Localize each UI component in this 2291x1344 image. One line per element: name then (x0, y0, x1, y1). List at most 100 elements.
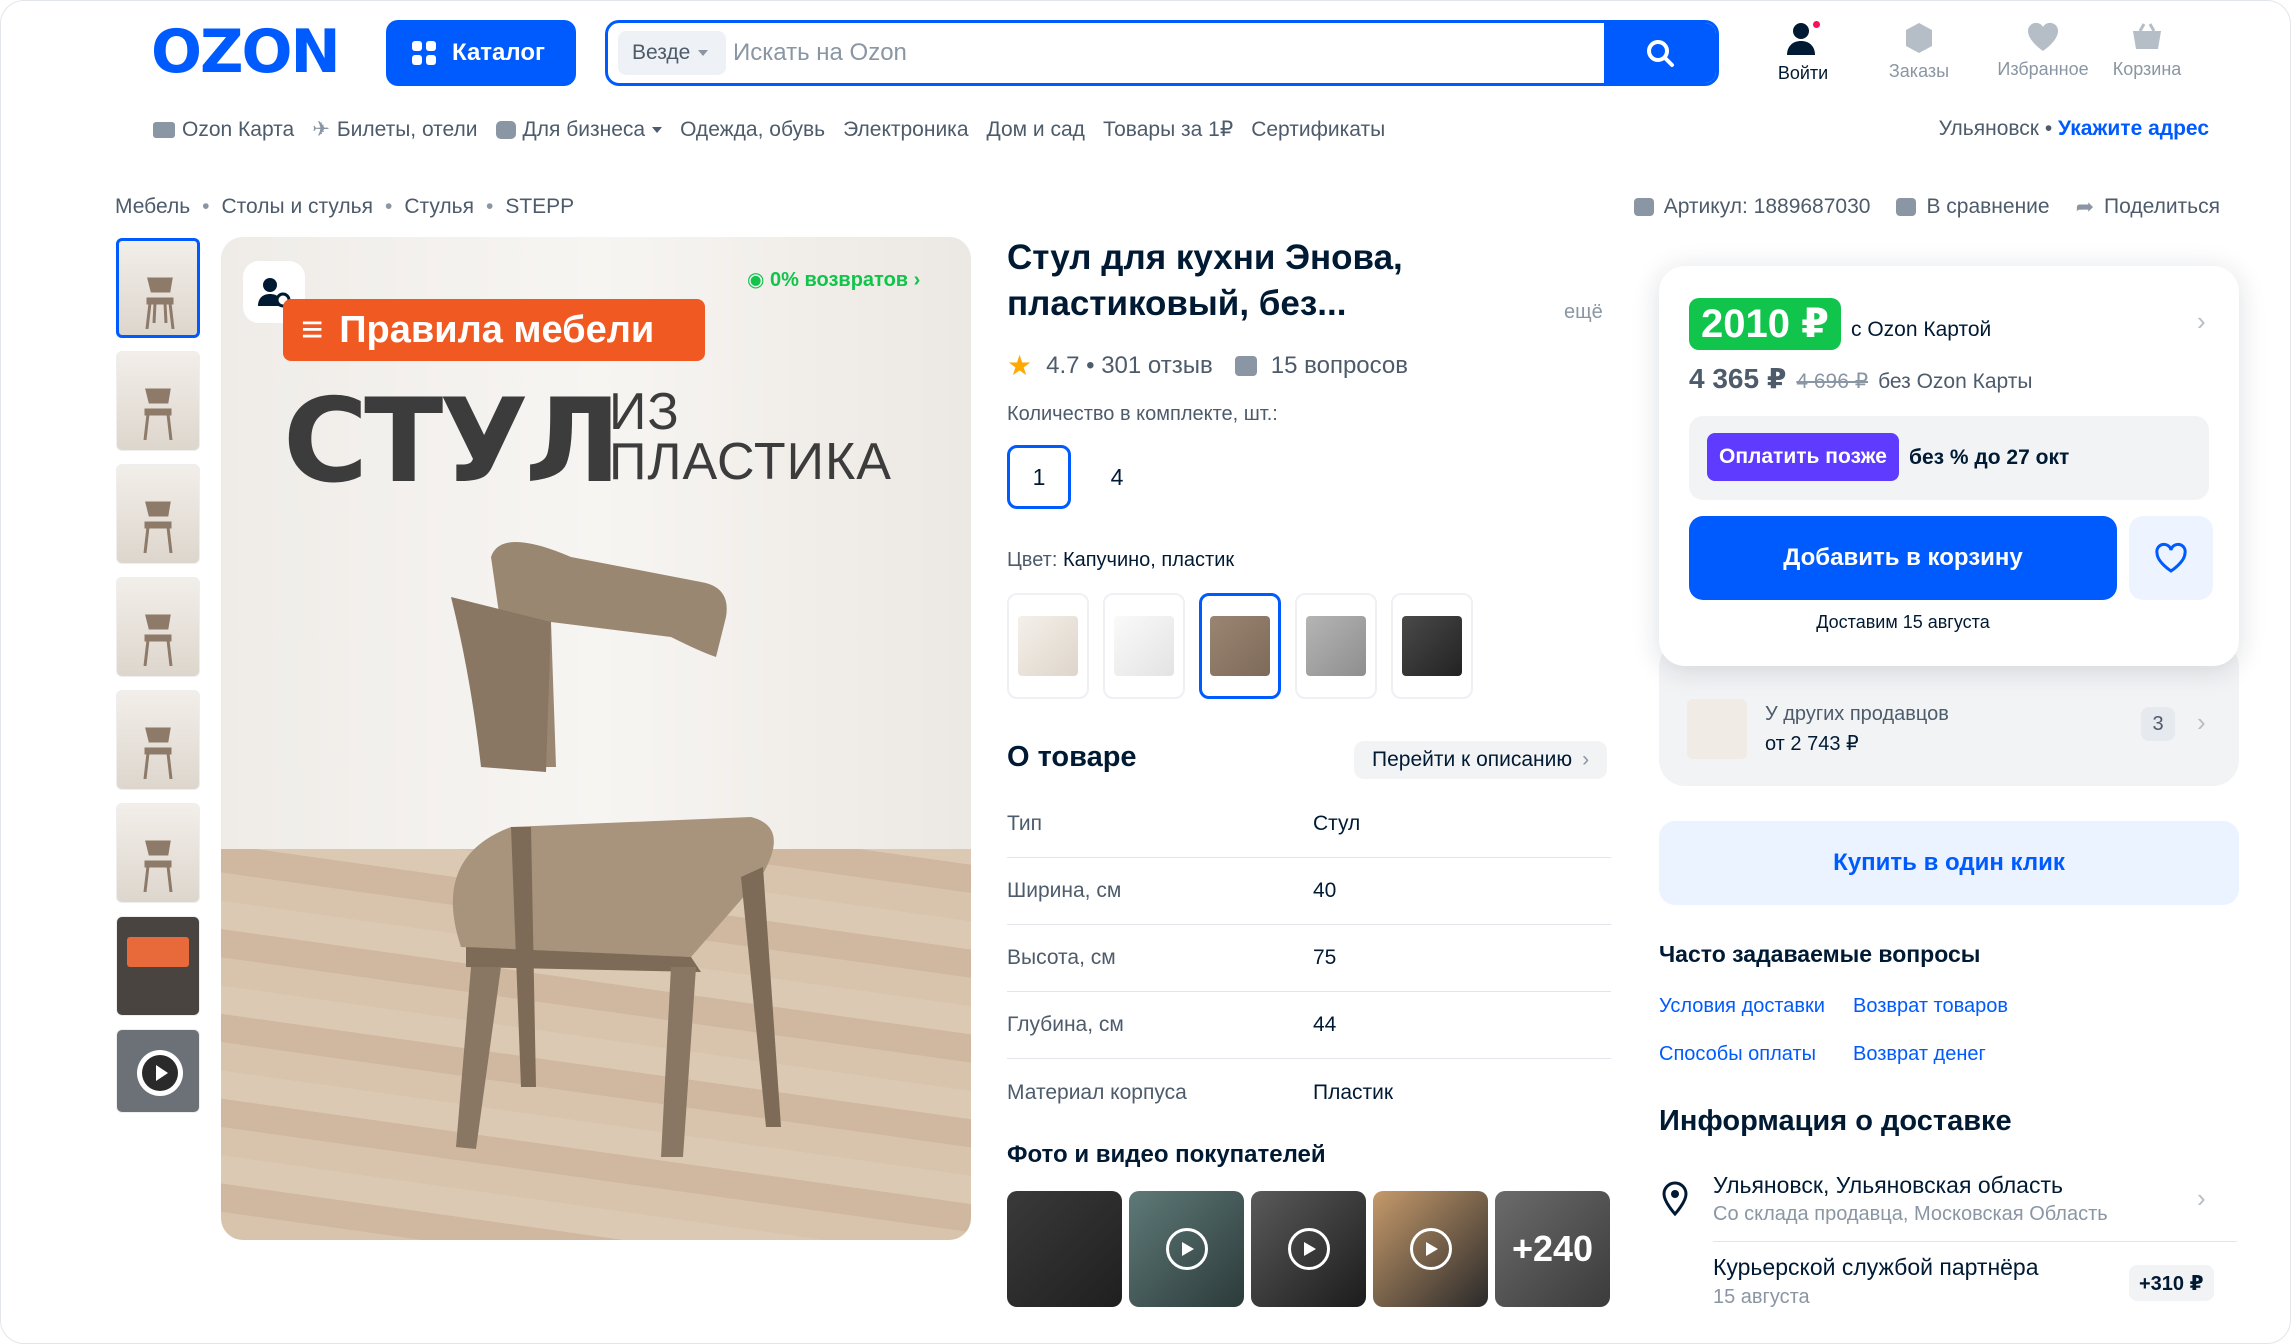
faq-link[interactable]: Условия доставки (1659, 995, 1825, 1018)
address-link[interactable]: Укажите адрес (2058, 117, 2209, 140)
favorite-button[interactable] (2129, 516, 2213, 600)
compare-icon (1896, 198, 1917, 216)
share-label: Поделиться (2104, 195, 2220, 218)
grid-icon (412, 41, 436, 65)
favorites-label: Избранное (1997, 59, 2089, 79)
nav-one-ruble[interactable]: Товары за 1₽ (1103, 117, 1233, 142)
add-to-cart-button[interactable]: Добавить в корзину (1689, 516, 2117, 600)
compare-button[interactable]: В сравнение (1896, 195, 2050, 219)
ozon-logo[interactable]: OZON (151, 22, 341, 82)
nav-tickets[interactable]: ✈ Билеты, отели (312, 117, 477, 142)
location[interactable]: Ульяновск • Укажите адрес (1939, 117, 2209, 141)
nav-clothes[interactable]: Одежда, обувь (680, 118, 825, 142)
qty-option[interactable]: 4 (1085, 445, 1149, 509)
share-button[interactable]: ➦ Поделиться (2076, 194, 2220, 220)
thumbnail[interactable] (116, 577, 200, 677)
furniture-rules-banner[interactable]: ≡ Правила мебели (283, 299, 705, 361)
nav-home-garden[interactable]: Дом и сад (987, 118, 1085, 142)
specs-table: Тип Стул Ширина, см 40 Высота, см 75 Глубин… (1007, 791, 1611, 1126)
qty-option[interactable]: 1 (1007, 445, 1071, 509)
card-price-label: с Ozon Картой (1851, 318, 1992, 341)
faq-link[interactable]: Возврат товаров (1853, 995, 2008, 1018)
spec-value: 44 (1313, 1013, 1337, 1036)
heart-outline-icon (2155, 542, 2187, 573)
breadcrumb-item[interactable]: Мебель (115, 195, 190, 219)
nav-business[interactable]: Для бизнеса (495, 118, 663, 142)
orders-label: Заказы (1888, 61, 1950, 81)
customer-video[interactable] (1373, 1191, 1488, 1307)
color-label-text: Цвет: (1007, 549, 1058, 571)
breadcrumb-item[interactable]: Стулья (404, 195, 474, 219)
video-thumbnail[interactable] (116, 1029, 200, 1113)
spec-row: Тип Стул (1007, 791, 1611, 858)
breadcrumb-item[interactable]: STEPP (505, 195, 574, 219)
headline-line-1: ИЗ (609, 383, 680, 441)
to-description-button[interactable]: Перейти к описанию › (1354, 741, 1608, 779)
delivery-city[interactable]: Ульяновск, Ульяновская область (1713, 1172, 2063, 1199)
thumbnail[interactable] (116, 238, 200, 338)
search-scope-select[interactable]: Везде (618, 31, 726, 75)
title-more-link[interactable]: ещё (1564, 301, 1603, 324)
rating-row[interactable]: ★ 4.7 • 301 отзыв 15 вопросов (1007, 349, 1408, 382)
price-card: 2010 ₽ с Ozon Картой › 4 365 ₽ 4 696 ₽ б… (1659, 266, 2239, 666)
customer-photo[interactable] (1007, 1191, 1122, 1307)
swatch-fill (1114, 616, 1174, 676)
faq-link[interactable]: Способы оплаты (1659, 1043, 1816, 1066)
orders-button[interactable]: Заказы (1869, 21, 1969, 91)
favorites-button[interactable]: Избранное (1983, 21, 2103, 91)
plane-icon: ✈ (312, 118, 330, 141)
compare-label: В сравнение (1926, 195, 2050, 218)
returns-badge[interactable]: ◉ 0% возвратов › (747, 267, 920, 292)
nav-electronics[interactable]: Электроника (843, 118, 968, 142)
faq-link[interactable]: Возврат денег (1853, 1043, 1986, 1066)
color-swatch[interactable] (1199, 593, 1281, 699)
search-button[interactable] (1604, 23, 1716, 83)
thumbnail[interactable] (116, 916, 200, 1016)
old-price: 4 696 ₽ (1796, 370, 1869, 393)
seller-product-thumbnail (1687, 699, 1747, 759)
thumbnail[interactable] (116, 690, 200, 790)
color-swatch[interactable] (1007, 593, 1089, 699)
rating-text[interactable]: 4.7 • 301 отзыв (1046, 352, 1213, 380)
catalog-button[interactable]: Каталог (386, 20, 576, 86)
chair-thumbnail-image (143, 501, 173, 553)
buy-one-click-button[interactable]: Купить в один клик (1659, 821, 2239, 905)
headline-big: СТУЛ (283, 374, 621, 509)
nav-label: Дом и сад (986, 117, 1085, 141)
cart-button[interactable]: Корзина (2097, 21, 2197, 91)
breadcrumb-item[interactable]: Столы и стулья (222, 195, 373, 219)
color-swatch[interactable] (1103, 593, 1185, 699)
chair-image (451, 542, 781, 1157)
search-bar: Везде (605, 20, 1719, 86)
basket-icon (2133, 23, 2161, 49)
thumbnail[interactable] (116, 803, 200, 903)
play-icon (1409, 1228, 1452, 1270)
chair-thumbnail-image (145, 277, 175, 329)
customer-video[interactable] (1129, 1191, 1244, 1307)
chevron-right-icon[interactable]: › (2197, 1183, 2206, 1214)
nav-ozon-card[interactable]: Ozon Карта (153, 118, 294, 142)
chevron-right-icon[interactable]: › (2197, 306, 2206, 337)
returns-label: 0% возвратов (770, 269, 909, 291)
thumbnail[interactable] (116, 464, 200, 564)
pay-later-block[interactable]: Оплатить позже без % до 27 окт (1689, 416, 2209, 500)
pay-later-button[interactable]: Оплатить позже (1707, 433, 1899, 481)
nav-certificates[interactable]: Сертификаты (1251, 118, 1385, 142)
search-input[interactable] (733, 31, 1583, 75)
play-icon (1165, 1228, 1208, 1270)
spec-key: Материал корпуса (1007, 1080, 1187, 1104)
article-copy[interactable]: Артикул: 1889687030 (1633, 195, 1871, 219)
more-photos-button[interactable]: +240 (1495, 1191, 1610, 1307)
questions-link[interactable]: 15 вопросов (1271, 352, 1408, 380)
color-swatch[interactable] (1391, 593, 1473, 699)
customer-video[interactable] (1251, 1191, 1366, 1307)
share-icon: ➦ (2075, 194, 2095, 219)
product-main-image[interactable]: ◉ 0% возвратов › ≡ Правила мебели СТУЛ ИЗ… (221, 237, 971, 1240)
chevron-right-icon: › (2197, 707, 2206, 737)
caret-down-icon (652, 126, 663, 133)
article-label: Артикул: 1889687030 (1663, 195, 1871, 218)
color-swatch[interactable] (1295, 593, 1377, 699)
login-button[interactable]: Войти (1753, 19, 1853, 91)
top-nav: Ozon Карта ✈ Билеты, отели Для бизнеса Од… (153, 117, 1385, 142)
thumbnail[interactable] (116, 351, 200, 451)
